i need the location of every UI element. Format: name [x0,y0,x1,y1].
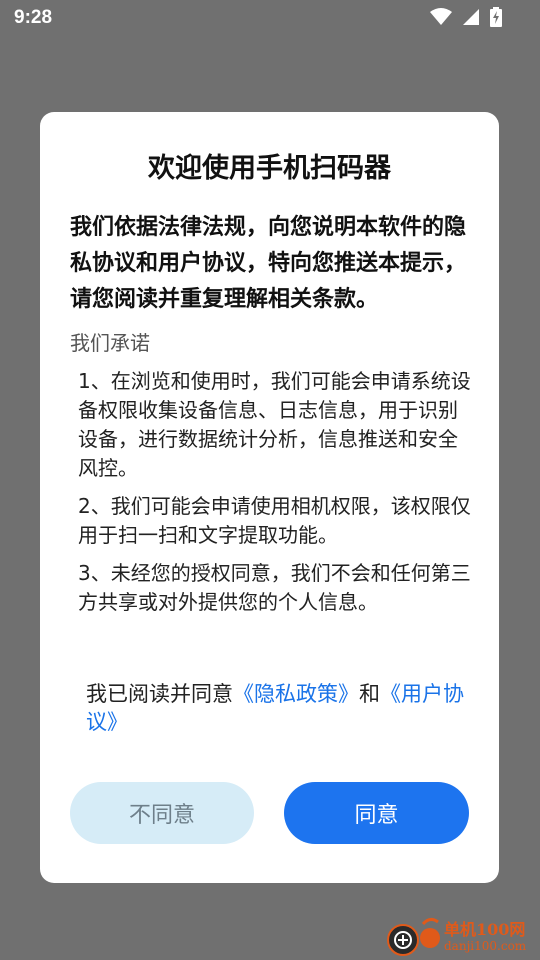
privacy-policy-link[interactable]: 《隐私政策》 [233,682,359,706]
promise-item: 1、在浏览和使用时，我们可能会申请系统设备权限收集设备信息、日志信息，用于识别设… [78,369,471,480]
promise-item: 3、未经您的授权同意，我们不会和任何第三方共享或对外提供您的个人信息。 [78,561,471,614]
agreement-scroll-area[interactable]: 我们依据法律法规，向您说明本软件的隐私协议和用户协议，特向您推送本提示，请您阅读… [70,210,475,745]
status-bar: 9:28 [0,0,540,36]
disagree-button[interactable]: 不同意 [70,782,254,844]
privacy-dialog: 欢迎使用手机扫码器 我们依据法律法规，向您说明本软件的隐私协议和用户协议，特向您… [40,112,499,883]
dialog-title: 欢迎使用手机扫码器 [148,153,391,184]
wifi-icon [430,8,452,25]
status-icons [430,7,502,27]
agree-button[interactable]: 同意 [284,782,469,844]
site-watermark: 单机100网 danji100.com [386,914,536,958]
status-time: 9:28 [14,7,53,28]
promise-heading: 我们承诺 [70,331,150,355]
battery-charging-icon [490,7,502,27]
watermark-text: 单机100网 [444,920,526,939]
consent-prefix: 我已阅读并同意 [86,682,233,706]
consent-text: 我已阅读并同意《隐私政策》和《用户协议》 [86,680,466,736]
consent-and: 和 [359,682,380,706]
cellular-signal-icon [463,9,479,25]
watermark-logo-icon [387,917,440,956]
watermark-url: danji100.com [444,939,527,953]
lead-text: 我们依据法律法规，向您说明本软件的隐私协议和用户协议，特向您推送本提示，请您阅读… [70,215,467,312]
promise-item: 2、我们可能会申请使用相机权限，该权限仅用于扫一扫和文字提取功能。 [78,494,471,547]
